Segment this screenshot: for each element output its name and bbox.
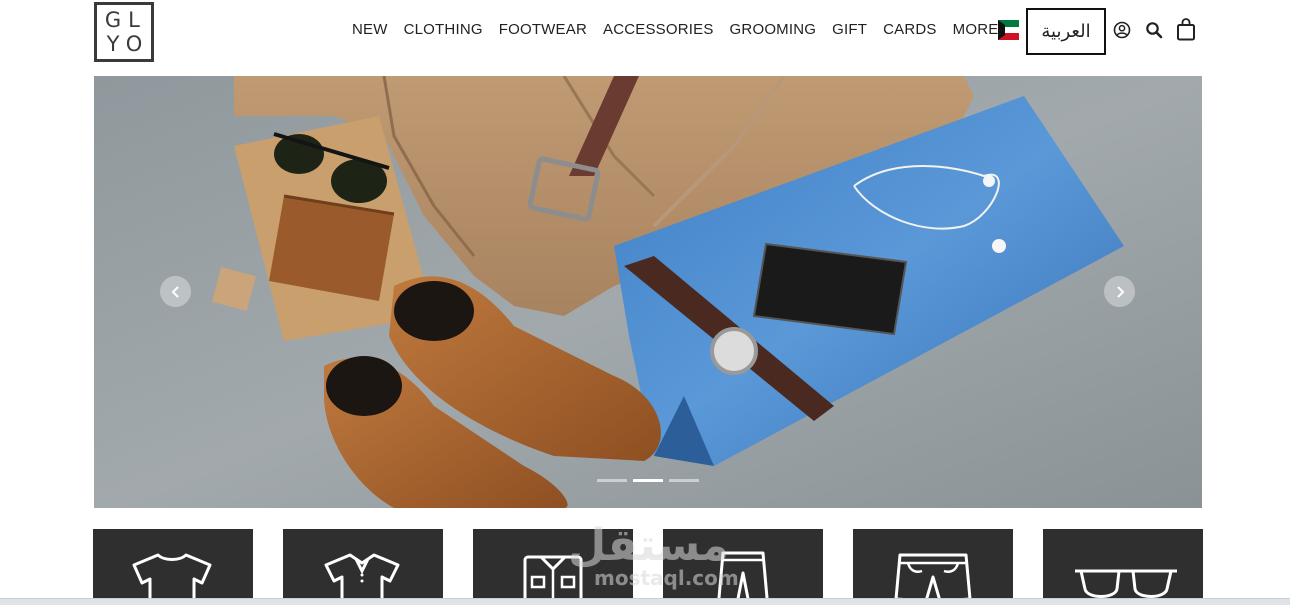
nav-item-grooming[interactable]: GROOMING bbox=[730, 21, 817, 38]
language-switch-button[interactable]: العربية bbox=[1026, 8, 1106, 55]
carousel-indicator[interactable] bbox=[669, 479, 699, 482]
nav-item-gift[interactable]: GIFT bbox=[832, 21, 867, 38]
logo-letter: Y bbox=[106, 31, 121, 56]
category-tile-trousers[interactable] bbox=[663, 529, 823, 605]
main-nav: NEW CLOTHING FOOTWEAR ACCESSORIES GROOMI… bbox=[352, 19, 1027, 39]
kuwait-flag-icon[interactable] bbox=[998, 20, 1019, 40]
carousel-indicator[interactable] bbox=[597, 479, 627, 482]
category-tile-tshirts[interactable] bbox=[93, 529, 253, 605]
user-account-icon[interactable] bbox=[1112, 18, 1132, 42]
site-header: G L Y O NEW CLOTHING FOOTWEAR ACCESSORIE… bbox=[0, 0, 1290, 70]
logo-letter: O bbox=[125, 31, 144, 56]
shorts-icon bbox=[894, 553, 972, 603]
logo-letter: L bbox=[128, 7, 141, 32]
trousers-icon bbox=[716, 551, 770, 605]
search-icon[interactable] bbox=[1144, 18, 1164, 42]
nav-item-cards[interactable]: CARDS bbox=[883, 21, 937, 38]
window-bottom-edge bbox=[0, 598, 1290, 605]
nav-item-clothing[interactable]: CLOTHING bbox=[404, 21, 483, 38]
tshirt-icon bbox=[132, 553, 212, 605]
category-tiles bbox=[93, 529, 1203, 605]
carousel-prev-button[interactable] bbox=[160, 276, 191, 307]
nav-more-label: MORE bbox=[952, 20, 999, 38]
category-tile-polo[interactable] bbox=[283, 529, 443, 605]
hero-banner-image bbox=[94, 76, 1202, 508]
polo-shirt-icon bbox=[324, 553, 400, 605]
chevron-left-icon bbox=[171, 285, 179, 298]
category-tile-shorts[interactable] bbox=[853, 529, 1013, 605]
hero-carousel[interactable] bbox=[94, 76, 1202, 508]
nav-item-new[interactable]: NEW bbox=[352, 21, 388, 38]
nav-item-footwear[interactable]: FOOTWEAR bbox=[499, 21, 587, 38]
chevron-right-icon bbox=[1116, 285, 1124, 298]
brand-logo[interactable]: G L Y O bbox=[94, 2, 154, 62]
category-tile-eyewear[interactable] bbox=[1043, 529, 1203, 605]
shopping-bag-icon[interactable] bbox=[1176, 17, 1196, 41]
carousel-next-button[interactable] bbox=[1104, 276, 1135, 307]
glasses-icon bbox=[1075, 569, 1177, 598]
logo-letter: G bbox=[104, 7, 123, 32]
category-tile-shirts[interactable] bbox=[473, 529, 633, 605]
carousel-indicator-active[interactable] bbox=[633, 479, 663, 482]
button-shirt-icon bbox=[523, 555, 583, 605]
nav-item-accessories[interactable]: ACCESSORIES bbox=[603, 21, 714, 38]
carousel-indicators bbox=[597, 479, 699, 482]
